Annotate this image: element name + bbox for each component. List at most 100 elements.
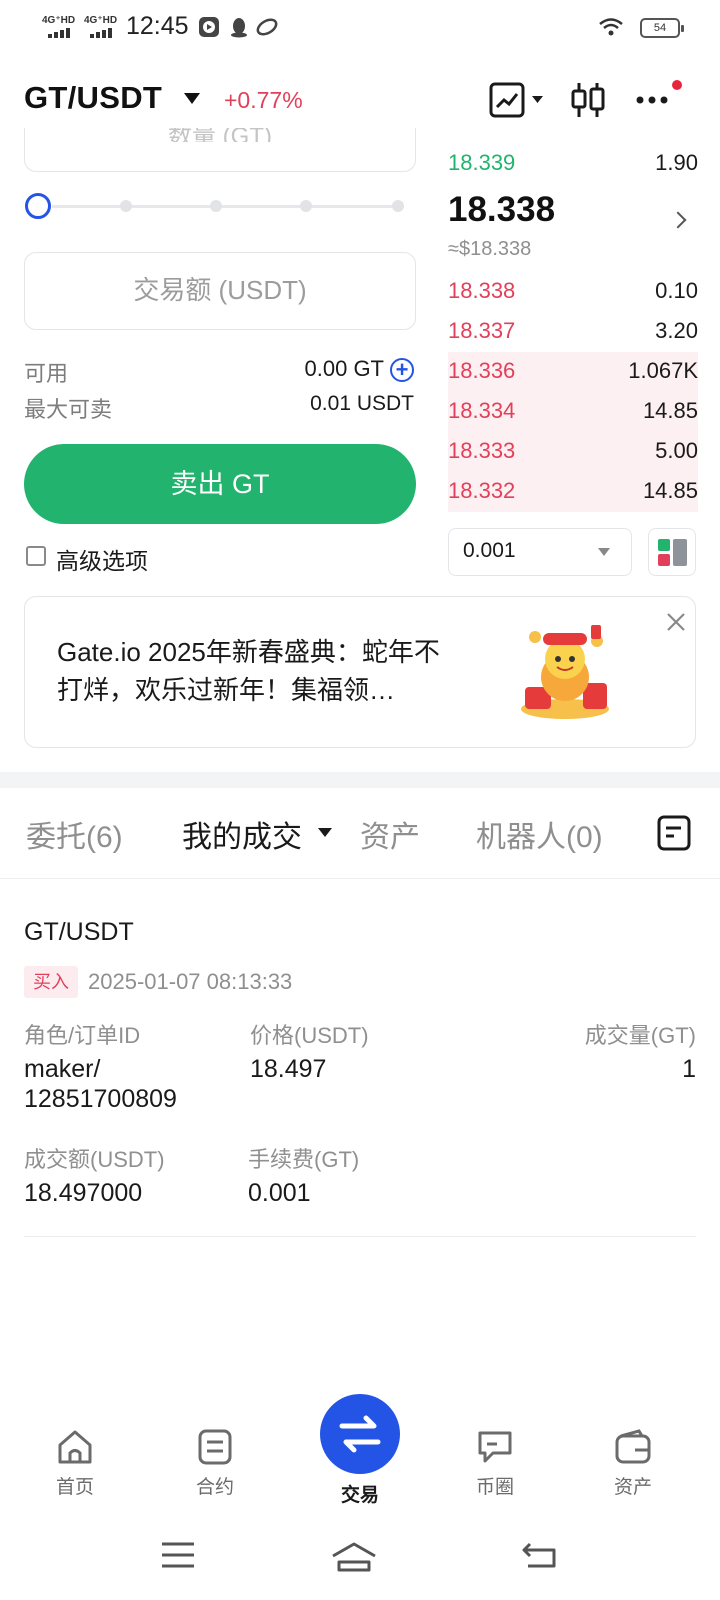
bid-price: 18.339 <box>448 150 516 175</box>
price-value: 18.497 <box>250 1055 327 1083</box>
signal-icon <box>48 28 70 38</box>
orderbook-ask-row[interactable]: 18.338 0.10 <box>448 272 698 312</box>
nav-moments-label: 币圈 <box>475 1477 514 1498</box>
slider-step-50[interactable] <box>210 200 222 212</box>
nav-moments[interactable]: 币圈 <box>440 1428 550 1499</box>
role-label: 角色/订单ID <box>24 1023 141 1048</box>
record-time: 2025-01-07 08:13:33 <box>88 969 293 994</box>
record-divider <box>24 1236 696 1237</box>
max-sell-label: 最大可卖 <box>24 397 113 422</box>
price-label: 价格(USDT) <box>250 1023 369 1048</box>
slider-step-75[interactable] <box>300 200 312 212</box>
chevron-right-icon[interactable] <box>669 211 687 229</box>
sell-button[interactable]: 卖出 GT <box>24 444 416 524</box>
available-value: 0.00 GT <box>304 356 384 381</box>
candlestick-icon[interactable] <box>568 80 608 120</box>
clock: 12:45 <box>126 12 189 40</box>
chevron-down-icon[interactable] <box>184 93 200 104</box>
document-icon[interactable] <box>656 814 692 852</box>
available-label: 可用 <box>24 361 69 386</box>
orderbook-bid-row[interactable]: 18.339 1.90 <box>448 144 698 184</box>
orderbook-layout-button[interactable] <box>648 528 696 576</box>
tabs-divider <box>0 878 720 879</box>
trade-amount-input[interactable]: 交易额 (USDT) <box>24 252 416 330</box>
network-label-1: 4G⁺HD <box>42 15 76 26</box>
more-icon[interactable] <box>632 80 684 120</box>
last-price[interactable]: 18.338 <box>448 190 555 230</box>
nav-home-label: 首页 <box>55 1477 94 1498</box>
qq-icon <box>231 18 247 38</box>
slider-thumb[interactable] <box>25 193 51 219</box>
chart-icon[interactable] <box>488 80 548 120</box>
amount-input[interactable]: 数量 (GT) <box>24 128 416 172</box>
ask-price: 18.334 <box>448 398 516 423</box>
ask-qty: 3.20 <box>655 318 698 343</box>
ask-qty: 14.85 <box>642 398 698 423</box>
status-bar: 4G⁺HD 4G⁺HD 12:45 54 <box>0 0 720 56</box>
slider-step-25[interactable] <box>120 200 132 212</box>
orderbook-ask-row[interactable]: 18.336 1.067K <box>448 352 698 392</box>
snake-mascot-image <box>521 625 609 719</box>
ask-price: 18.332 <box>448 478 516 503</box>
home-gesture-icon[interactable] <box>330 1540 378 1572</box>
orderbook-ask-row[interactable]: 18.337 3.20 <box>448 312 698 352</box>
tab-my-trades[interactable]: 我的成交 <box>182 812 302 856</box>
orderbook-ask-row[interactable]: 18.334 14.85 <box>448 392 698 432</box>
qty-label: 成交量(GT) <box>584 1023 696 1048</box>
orderbook-ask-row[interactable]: 18.332 14.85 <box>448 472 698 512</box>
role-value: maker/ <box>24 1055 101 1083</box>
ask-price: 18.336 <box>448 358 516 383</box>
swap-icon <box>339 1415 381 1453</box>
tab-orders[interactable]: 委托(6) <box>26 812 123 856</box>
back-icon[interactable] <box>520 1540 558 1570</box>
qty-value: 1 <box>682 1055 696 1083</box>
last-price-usd: ≈$18.338 <box>448 238 532 260</box>
order-id-value: 12851700809 <box>24 1085 177 1113</box>
ask-price: 18.337 <box>448 318 516 343</box>
link-icon <box>256 18 278 36</box>
ask-qty: 5.00 <box>655 438 698 463</box>
ask-price: 18.338 <box>448 278 516 303</box>
chat-icon <box>478 1431 512 1463</box>
amount-input-placeholder: 数量 (GT) <box>168 128 272 142</box>
futures-icon <box>198 1429 232 1465</box>
section-divider <box>0 772 720 788</box>
transfer-plus-icon[interactable]: + <box>390 358 414 382</box>
nav-home[interactable]: 首页 <box>20 1428 130 1499</box>
promo-banner[interactable]: Gate.io 2025年新春盛典：蛇年不打烊，欢乐过新年！集福领… <box>24 596 696 748</box>
amount-slider-track[interactable] <box>52 205 404 208</box>
trade-fab-button[interactable] <box>320 1394 400 1474</box>
wifi-icon <box>599 18 623 36</box>
slider-step-100[interactable] <box>392 200 404 212</box>
side-badge: 买入 <box>24 966 78 998</box>
price-change: +0.77% <box>224 87 303 113</box>
fee-label: 手续费(GT) <box>248 1147 360 1172</box>
layout-icon <box>658 539 687 566</box>
nav-futures-label: 合约 <box>195 1477 234 1498</box>
advanced-options-checkbox[interactable] <box>26 546 46 566</box>
ask-qty: 14.85 <box>642 478 698 503</box>
record-pair[interactable]: GT/USDT <box>24 918 134 947</box>
advanced-options-label[interactable]: 高级选项 <box>56 542 148 576</box>
ask-qty: 1.067K <box>628 358 698 383</box>
nav-futures[interactable]: 合约 <box>160 1428 270 1499</box>
media-icon <box>199 17 219 37</box>
tab-assets[interactable]: 资产 <box>360 812 420 856</box>
chevron-down-icon[interactable] <box>318 828 332 837</box>
nav-trade-label[interactable]: 交易 <box>310 1480 410 1507</box>
chevron-down-icon[interactable] <box>598 548 610 556</box>
fee-value: 0.001 <box>248 1179 311 1207</box>
nav-assets[interactable]: 资产 <box>578 1428 688 1499</box>
network-label-2: 4G⁺HD <box>84 15 118 26</box>
wallet-icon <box>615 1429 651 1464</box>
pair-selector[interactable]: GT/USDT <box>24 80 162 116</box>
signal-icon <box>90 28 112 38</box>
total-value: 18.497000 <box>24 1179 143 1207</box>
max-sell-value: 0.01 USDT <box>310 392 414 415</box>
orderbook-ask-row[interactable]: 18.333 5.00 <box>448 432 698 472</box>
ask-price: 18.333 <box>448 438 516 463</box>
tab-bots[interactable]: 机器人(0) <box>476 812 603 856</box>
menu-icon[interactable] <box>160 1540 196 1570</box>
ask-qty: 0.10 <box>655 278 698 303</box>
close-icon[interactable] <box>665 611 687 633</box>
